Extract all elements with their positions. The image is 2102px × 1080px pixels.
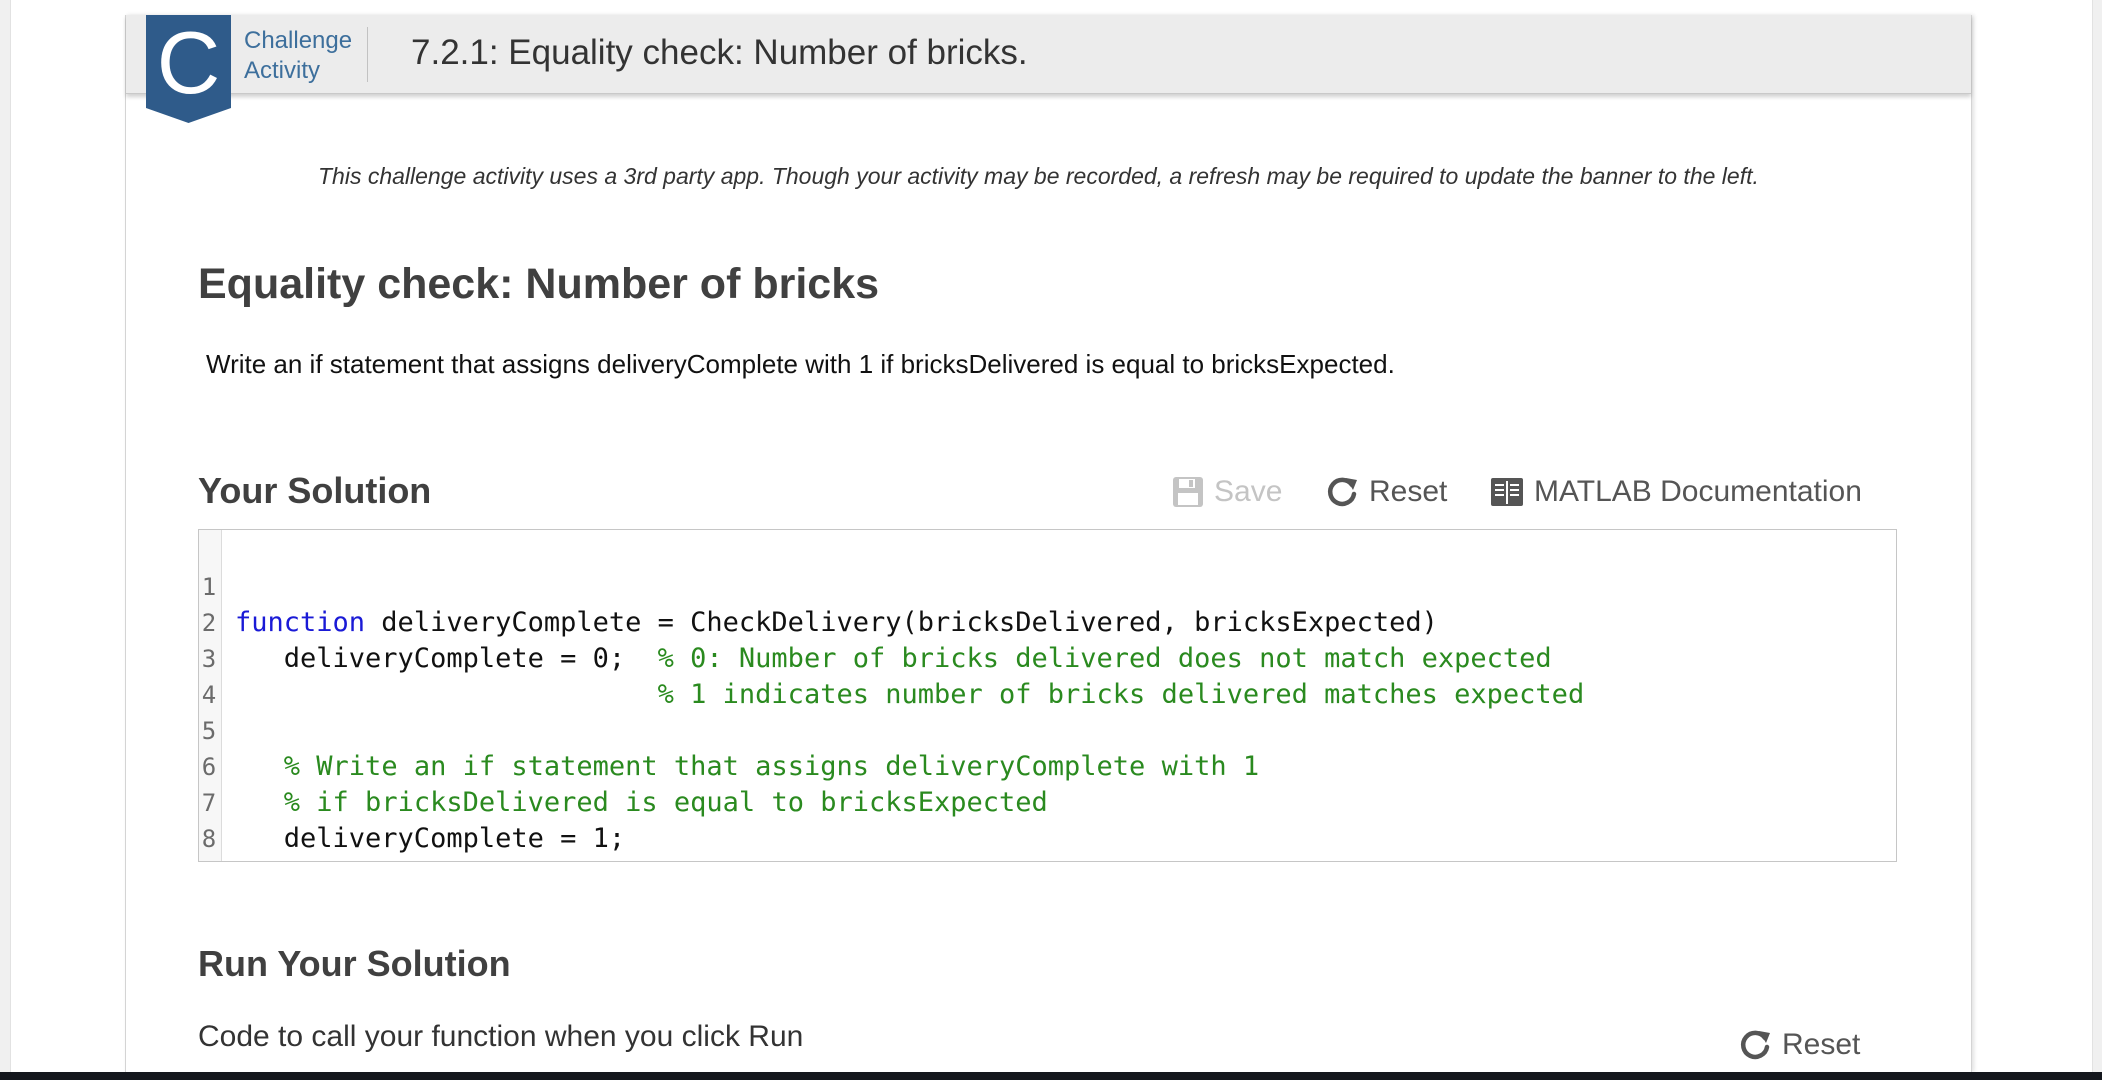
your-solution-heading: Your Solution — [198, 470, 432, 511]
run-solution-heading: Run Your Solution — [198, 943, 511, 984]
bottom-edge-bar — [0, 1072, 2102, 1080]
header-divider — [367, 27, 368, 82]
code-line: 4 — [199, 641, 1896, 709]
code-line: 9 end — [199, 821, 1896, 857]
save-button[interactable]: Save — [1172, 475, 1282, 509]
page-right-edge — [2092, 0, 2102, 1080]
run-description: Code to call your function when you clic… — [198, 1020, 804, 1053]
code-line: 5 % Write an if statement that assigns d… — [199, 677, 1896, 782]
line-number: 9 — [199, 857, 219, 861]
activity-type-label: Challenge Activity — [244, 26, 354, 86]
page-left-edge — [0, 0, 11, 1080]
badge-letter: C — [157, 15, 221, 112]
refresh-icon — [1327, 477, 1357, 507]
floppy-disk-icon — [1173, 477, 1203, 507]
reset-button[interactable]: Reset — [1325, 475, 1447, 509]
code-line: 8 — [199, 785, 1896, 853]
docs-label: MATLAB Documentation — [1534, 475, 1862, 508]
challenge-badge-icon: C — [146, 15, 231, 123]
code-line: 1 function deliveryComplete = CheckDeliv… — [199, 533, 1896, 638]
activity-type-line2: Activity — [244, 57, 321, 84]
refresh-icon — [1740, 1030, 1770, 1060]
third-party-notice: This challenge activity uses a 3rd party… — [318, 163, 1759, 189]
code-line: 2 deliveryComplete = 0; % 0: Number of b… — [199, 569, 1896, 674]
problem-heading: Equality check: Number of bricks — [198, 260, 880, 308]
activity-type-line1: Challenge — [244, 27, 353, 54]
matlab-documentation-link[interactable]: MATLAB Documentation — [1490, 475, 1862, 509]
activity-title: 7.2.1: Equality check: Number of bricks. — [411, 33, 1028, 72]
code-editor[interactable]: 1 function deliveryComplete = CheckDeliv… — [198, 529, 1897, 862]
run-reset-button[interactable]: Reset — [1738, 1028, 1860, 1062]
code-line: 7 deliveryComplete = 1; — [199, 749, 1896, 854]
code-line: 3 % 1 indicates number of bricks deliver… — [199, 605, 1896, 710]
reset-label: Reset — [1369, 475, 1448, 508]
problem-instructions: Write an if statement that assigns deliv… — [206, 349, 1395, 379]
activity-header: C Challenge Activity 7.2.1: Equality che… — [126, 15, 1971, 123]
save-label: Save — [1214, 475, 1283, 508]
book-icon — [1491, 478, 1523, 506]
code-line: 6 % if bricksDelivered is equal to brick… — [199, 713, 1896, 818]
run-reset-label: Reset — [1782, 1028, 1861, 1061]
challenge-activity-card: C Challenge Activity 7.2.1: Equality che… — [125, 15, 1972, 1072]
